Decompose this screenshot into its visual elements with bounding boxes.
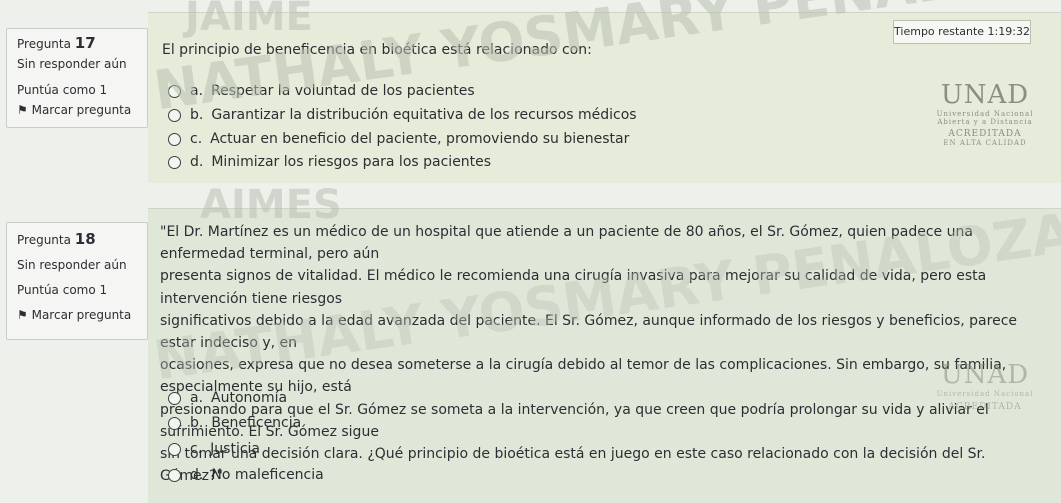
option-a[interactable]: a. Autonomía <box>168 390 287 406</box>
question-text: El principio de beneficencia en bioética… <box>162 42 592 58</box>
radio-button[interactable] <box>168 391 181 405</box>
question-text: "El Dr. Martínez es un médico de un hosp… <box>160 224 1018 485</box>
question-info-17: Pregunta 17 Sin responder aún Puntúa com… <box>6 28 148 128</box>
radio-button[interactable] <box>168 416 181 430</box>
question-status: Sin responder aún <box>17 258 127 272</box>
option-a[interactable]: a. Respetar la voluntad de los pacientes <box>168 83 475 99</box>
flag-label: Marcar pregunta <box>31 103 132 117</box>
time-remaining: Tiempo restante 1:19:32 <box>893 20 1031 44</box>
option-b[interactable]: b. Garantizar la distribución equitativa … <box>168 107 637 123</box>
option-text: Beneficencia <box>211 415 302 431</box>
unad-logo-watermark: UNAD Universidad Nacional ACREDITADA <box>936 360 1034 412</box>
question-status: Sin responder aún <box>17 57 127 71</box>
flag-question-button[interactable]: ⚑ Marcar pregunta <box>7 305 147 325</box>
flag-question-button[interactable]: ⚑ Marcar pregunta <box>7 100 147 120</box>
question-label: Pregunta <box>17 233 71 247</box>
question-score: Puntúa como 1 <box>17 83 108 97</box>
question-number: 18 <box>74 230 96 248</box>
unad-logo: UNAD Universidad Nacional Abierta y a Di… <box>936 80 1034 147</box>
question-info-18: Pregunta 18 Sin responder aún Puntúa com… <box>6 222 148 340</box>
option-d[interactable]: d. Minimizar los riesgos para los pacient… <box>168 154 491 170</box>
option-text: Autonomía <box>211 390 288 406</box>
question-number: 17 <box>74 34 96 52</box>
option-text: Respetar la voluntad de los pacientes <box>211 83 475 99</box>
question-score: Puntúa como 1 <box>17 283 108 297</box>
radio-button[interactable] <box>168 108 181 122</box>
radio-button[interactable] <box>168 155 181 169</box>
flag-icon: ⚑ <box>17 103 28 117</box>
option-b[interactable]: b. Beneficencia <box>168 415 301 431</box>
option-text: No maleficencia <box>211 467 324 483</box>
question-label: Pregunta <box>17 37 71 51</box>
option-d[interactable]: d. No maleficencia <box>168 467 324 483</box>
flag-icon: ⚑ <box>17 308 28 322</box>
option-text: Actuar en beneficio del paciente, promov… <box>210 131 630 147</box>
radio-button[interactable] <box>168 442 181 456</box>
flag-label: Marcar pregunta <box>31 308 132 322</box>
radio-button[interactable] <box>168 132 181 146</box>
option-text: Minimizar los riesgos para los pacientes <box>211 154 492 170</box>
option-text: Garantizar la distribución equitativa de… <box>211 107 637 123</box>
option-c[interactable]: c. Actuar en beneficio del paciente, prom… <box>168 131 629 147</box>
radio-button[interactable] <box>168 84 181 98</box>
radio-button[interactable] <box>168 468 181 482</box>
timer-value: 1:19:32 <box>987 25 1030 38</box>
option-text: Justicia <box>210 441 260 457</box>
option-c[interactable]: c. Justicia <box>168 441 260 457</box>
question-content-18: "El Dr. Martínez es un médico de un hosp… <box>148 208 1061 503</box>
